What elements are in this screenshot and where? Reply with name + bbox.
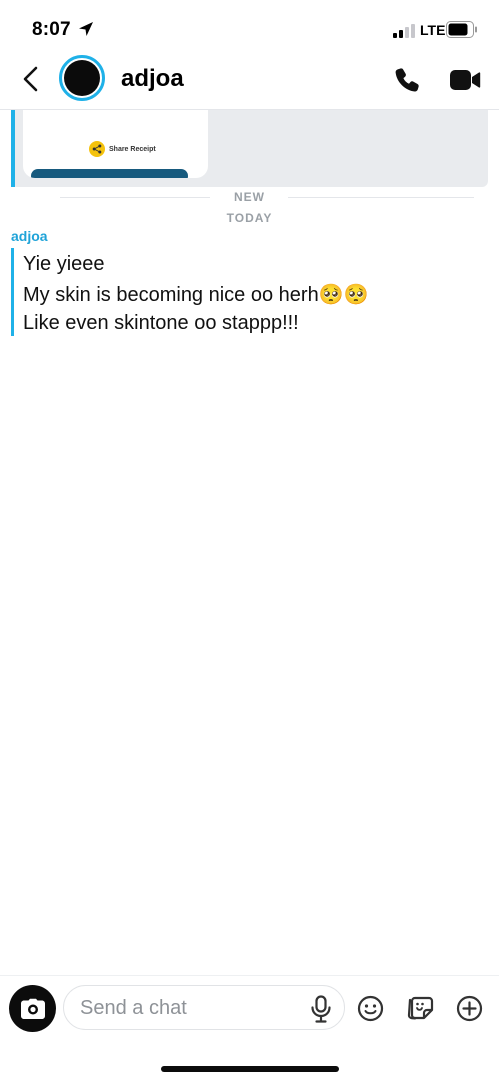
status-time: 8:07 xyxy=(32,19,71,40)
chat-message[interactable]: Yie yieee xyxy=(23,252,105,276)
chat-message[interactable]: Like even skintone oo stappp!!! xyxy=(23,311,299,335)
location-arrow-icon xyxy=(79,22,93,36)
receipt-card[interactable]: Share Receipt xyxy=(23,110,208,178)
avatar-image xyxy=(64,60,100,96)
status-bar: 8:07 LTE xyxy=(0,0,499,52)
previous-attachment-message[interactable]: Share Receipt xyxy=(11,110,488,187)
avatar[interactable] xyxy=(59,55,105,101)
battery-icon xyxy=(446,21,477,38)
share-icon xyxy=(89,141,105,157)
sender-name: adjoa xyxy=(11,228,48,244)
chat-input[interactable] xyxy=(80,995,290,1021)
share-receipt-label: Share Receipt xyxy=(109,145,156,153)
home-indicator[interactable] xyxy=(161,1066,339,1072)
divider-line xyxy=(288,197,474,198)
message-accent-bar xyxy=(11,110,15,187)
smiley-icon[interactable] xyxy=(357,995,384,1022)
contact-name[interactable]: adjoa xyxy=(121,65,184,93)
chat-composer xyxy=(0,975,499,1081)
network-label: LTE xyxy=(420,22,446,38)
message-accent-bar xyxy=(11,248,14,336)
message-group: Yie yieee My skin is becoming nice oo he… xyxy=(11,248,481,336)
camera-button[interactable] xyxy=(9,985,56,1032)
share-receipt-button[interactable]: Share Receipt xyxy=(89,140,156,158)
new-divider: NEW xyxy=(0,188,499,208)
phone-icon[interactable] xyxy=(393,66,421,94)
chat-input-box[interactable] xyxy=(63,985,345,1030)
video-camera-icon[interactable] xyxy=(449,67,481,93)
sticker-icon[interactable] xyxy=(406,995,434,1022)
plus-icon[interactable] xyxy=(456,995,483,1022)
camera-icon xyxy=(20,998,45,1019)
today-label: TODAY xyxy=(226,211,273,225)
signal-icon xyxy=(393,24,415,38)
receipt-footer-bar xyxy=(31,169,188,178)
chat-header: adjoa xyxy=(0,52,499,110)
chat-message[interactable]: My skin is becoming nice oo herh🥺🥺 xyxy=(23,283,369,307)
chevron-left-icon[interactable] xyxy=(16,64,46,94)
microphone-icon[interactable] xyxy=(310,995,332,1023)
